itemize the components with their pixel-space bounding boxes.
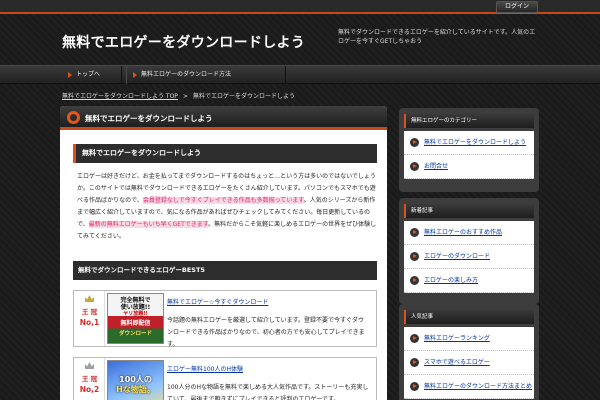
sidebar-link[interactable]: エロゲーの楽しみ方 [404,269,534,293]
sidebar-widget-categories: 無料エロゲーのカテゴリー 無料でエロゲーをダウンロードしよう お問合せ [399,108,539,192]
thumb-caption: 100人の [119,375,152,384]
rank-mark: 王 冠 [81,308,98,316]
sidebar-link-label: 無料でエロゲーをダウンロードしよう [424,139,527,146]
arrow-right-icon [68,72,72,78]
sidebar-link[interactable]: 無料エロゲーのおすすめ作品 [404,221,534,245]
widget-list: 無料でエロゲーをダウンロードしよう お問合せ [404,131,534,179]
rank-description: 100人分のHな物語を無料で楽しめる大人気作品です。ストーリーも充実していて、最… [167,384,369,400]
bullet-arrow-icon [410,162,419,171]
bullet-arrow-icon [410,138,419,147]
thumb-caption: Hな物語。 [116,385,155,394]
site-description: 無料でダウンロードできるエロゲーを紹介しているサイトです。人気のエロゲーを今すぐ… [338,29,536,45]
nav-item-download[interactable]: 無料エロゲーのダウンロード方法 [126,66,286,84]
article-highlight: 会員登録なしで今すぐプレイできる作品も多数揃っています [142,197,304,204]
thumb-caption: 無料即配信 [120,320,151,327]
sidebar-link-label: 無料エロゲーランキング [424,335,490,342]
widget-title: 新着記事 [404,204,534,218]
ring-icon [67,111,80,124]
login-button[interactable]: ログイン [495,1,538,13]
crown-icon [85,362,94,369]
sidebar-widget-popular: 人気記事 無料エロゲーランキング スマホで遊べるエロゲー 無料エロゲーのダウンロ… [399,304,539,400]
breadcrumb-separator: > [182,93,188,100]
crown-icon [85,295,94,302]
rank-number: No,2 [79,385,100,394]
nav-item-label: 無料エロゲーのダウンロード方法 [141,71,232,78]
sidebar-link-label: エロゲーの楽しみ方 [424,277,479,284]
arrow-right-icon [133,72,137,78]
page-title: 無料でエロゲーをダウンロードしよう [85,114,213,123]
thumb-caption: 使い放題!! [120,304,151,311]
sidebar-link[interactable]: お問合せ [404,155,534,179]
main-content: 無料でエロゲーをダウンロードしよう 無料でエロゲーをダウンロードしよう エロゲー… [60,106,387,400]
sidebar-link[interactable]: 無料でエロゲーをダウンロードしよう [404,131,534,155]
sidebar-link[interactable]: 無料エロゲーのダウンロード方法まとめ [404,375,534,399]
sidebar-link-label: お問合せ [424,163,449,170]
rank-badge: 王 冠 No,1 [74,291,105,346]
widget-list: 無料エロゲーランキング スマホで遊べるエロゲー 無料エロゲーのダウンロード方法ま… [404,327,534,399]
rank-title-link[interactable]: 無料でエロゲー☆今すぐダウンロード [167,297,268,306]
widget-title: 人気記事 [404,310,534,324]
widget-title: 無料エロゲーのカテゴリー [404,114,534,128]
bullet-arrow-icon [410,334,419,343]
breadcrumb-home-link[interactable]: 無料でエロゲーをダウンロードしよう TOP [62,93,178,100]
rank-mark: 王 冠 [81,375,98,383]
sidebar-link[interactable]: エロゲーのダウンロード [404,245,534,269]
widget-list: 無料エロゲーのおすすめ作品 エロゲーのダウンロード エロゲーの楽しみ方 [404,221,534,293]
sidebar-link-label: 無料エロゲーのダウンロード方法まとめ [424,383,533,390]
ranking-heading: 無料でダウンロードできるエロゲーBEST5 [73,261,377,280]
sidebar-widget-new: 新着記事 無料エロゲーのおすすめ作品 エロゲーのダウンロード エロゲーの楽しみ方 [399,198,539,304]
bullet-arrow-icon [410,228,419,237]
main-header: 無料でエロゲーをダウンロードしよう [60,106,387,130]
rank-item-2: 王 冠 No,2 100人の Hな物語。 エロゲー無料100人のH体験 100人… [73,357,377,400]
nav-item-label: トップへ [76,71,101,78]
rank-badge: 王 冠 No,2 [74,358,105,400]
article-highlight[interactable]: 最新の無料エロゲーもいち早くGETできます [88,221,209,228]
rank-thumbnail[interactable]: 100人の Hな物語。 [107,360,164,400]
thumb-caption: 完全無料で [120,297,151,304]
rank-thumbnail[interactable]: 完全無料で 使い放題!! ヤリ放題!! 無料即配信 ダウンロード [107,293,164,344]
sidebar-link-label: 無料エロゲーのおすすめ作品 [424,229,503,236]
thumb-caption: ダウンロード [118,331,152,337]
global-nav: トップへ 無料エロゲーのダウンロード方法 [0,65,600,84]
sidebar-link-label: スマホで遊べるエロゲー [424,359,490,366]
bullet-arrow-icon [410,252,419,261]
article-body: エロゲーは好きだけど、お金を払ってまでダウンロードするのはちょっと…という方は多… [77,171,377,243]
nav-item-top[interactable]: トップへ [62,66,122,84]
sidebar-link-label: エロゲーのダウンロード [424,253,491,260]
sidebar-link[interactable]: 無料エロゲーランキング [404,327,534,351]
breadcrumb: 無料でエロゲーをダウンロードしよう TOP > 無料でエロゲーをダウンロードしよう [62,91,295,100]
rank-item-1: 王 冠 No,1 完全無料で 使い放題!! ヤリ放題!! 無料即配信 ダウンロー… [73,290,377,348]
rank-description: 今話題の無料エロゲーを厳選して紹介しています。登録不要で今すぐダウンロードできる… [167,317,365,348]
bullet-arrow-icon [410,382,419,391]
bullet-arrow-icon [410,276,419,285]
article-heading: 無料でエロゲーをダウンロードしよう [73,144,377,163]
bullet-arrow-icon [410,358,419,367]
site-title[interactable]: 無料でエロゲーをダウンロードしよう [62,32,305,52]
breadcrumb-current: 無料でエロゲーをダウンロードしよう [192,93,295,100]
thumb-caption: ヤリ放題!! [123,311,148,317]
rank-title-link[interactable]: エロゲー無料100人のH体験 [167,364,243,373]
rank-number: No,1 [79,318,100,327]
sidebar-link[interactable]: スマホで遊べるエロゲー [404,351,534,375]
